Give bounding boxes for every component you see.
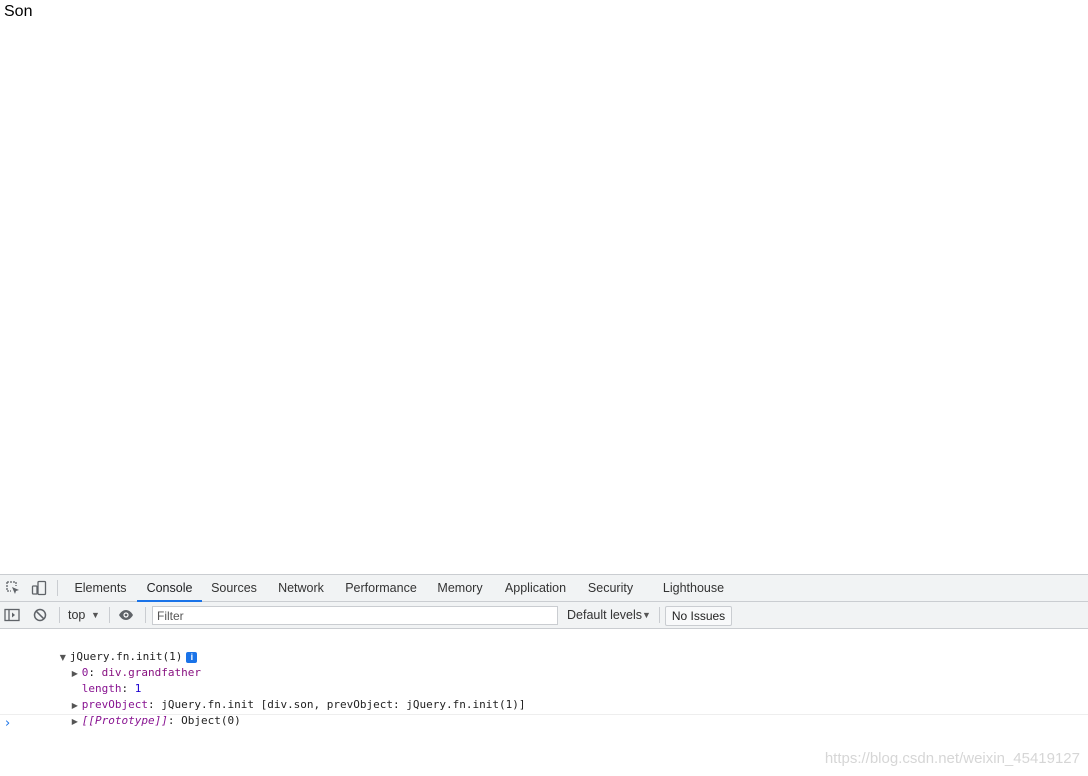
issues-button[interactable]: No Issues: [665, 606, 732, 626]
device-toolbar-icon[interactable]: [31, 580, 47, 596]
tab-application[interactable]: Application: [498, 575, 573, 601]
show-sidebar-icon[interactable]: [4, 607, 20, 623]
chevron-down-icon[interactable]: ▼: [91, 602, 100, 628]
prompt-chevron-icon: ›: [5, 716, 11, 731]
tab-security[interactable]: Security: [582, 575, 639, 601]
devtools-tab-bar: Elements Console Sources Network Perform…: [0, 575, 1088, 602]
tab-lighthouse[interactable]: Lighthouse: [656, 575, 731, 601]
console-prompt[interactable]: ›: [0, 714, 1088, 735]
tab-elements[interactable]: Elements: [68, 575, 133, 601]
page-content-text: Son: [4, 3, 33, 20]
context-selector[interactable]: top: [68, 602, 85, 628]
tab-console[interactable]: Console: [137, 575, 202, 602]
watermark-text: https://blog.csdn.net/weixin_45419127: [824, 750, 1080, 767]
toolbar-divider: [145, 607, 146, 623]
console-toolbar: top ▼ Default levels ▼ No Issues: [0, 602, 1088, 629]
toolbar-divider: [57, 580, 58, 596]
devtools-panel: Elements Console Sources Network Perform…: [0, 574, 1088, 775]
inspect-element-icon[interactable]: [5, 580, 21, 596]
toolbar-divider: [109, 607, 110, 623]
object-property-row[interactable]: ▶ [[Prototype]]: Object(0): [32, 697, 241, 727]
object-property-row: length: 1: [42, 665, 142, 695]
object-property-row[interactable]: ▶ 0: div.grandfather: [32, 649, 201, 679]
tab-sources[interactable]: Sources: [206, 575, 262, 601]
chevron-down-icon[interactable]: ▼: [642, 602, 651, 628]
tab-network[interactable]: Network: [270, 575, 332, 601]
log-levels-dropdown[interactable]: Default levels: [567, 602, 642, 628]
filter-input[interactable]: [152, 606, 558, 625]
toolbar-divider: [659, 607, 660, 623]
tab-memory[interactable]: Memory: [430, 575, 490, 601]
toolbar-divider: [59, 607, 60, 623]
live-expression-icon[interactable]: [118, 607, 134, 623]
web-page: Son: [0, 0, 1088, 574]
clear-console-icon[interactable]: [32, 607, 48, 623]
object-property-row[interactable]: ▶ prevObject: jQuery.fn.init [div.son, pr…: [32, 681, 526, 711]
tab-performance[interactable]: Performance: [340, 575, 422, 601]
console-log-entry[interactable]: ▼ jQuery.fn.init(1) i: [20, 633, 198, 663]
